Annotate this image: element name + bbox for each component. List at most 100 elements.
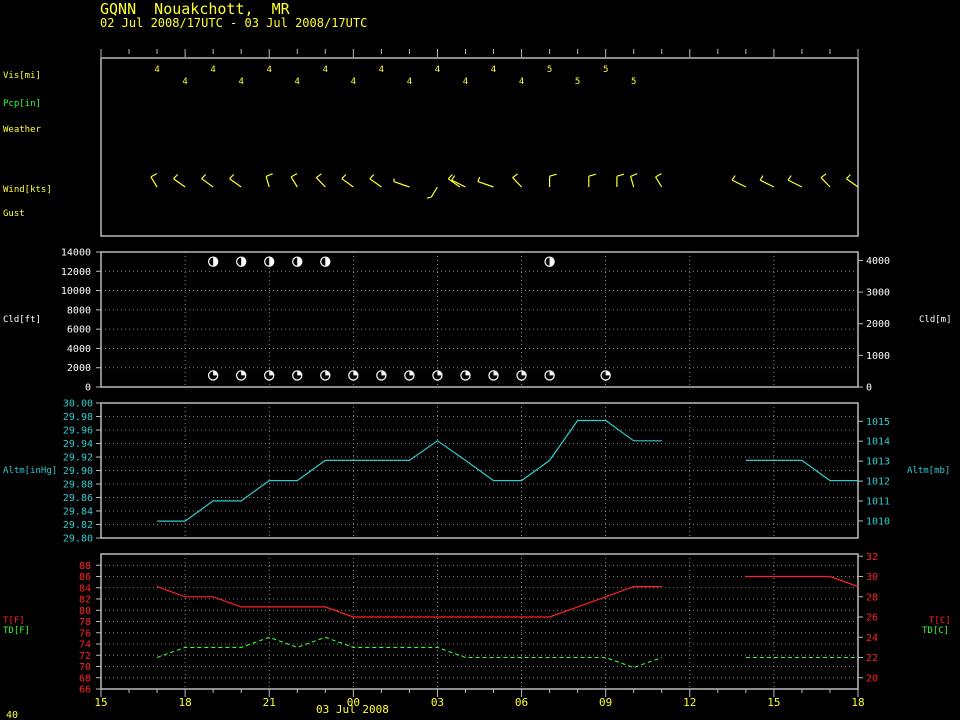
wind-barb: [588, 173, 596, 187]
cloud-ytick-ft: 10000: [61, 286, 91, 297]
panel-frame-clouds: [100, 251, 859, 388]
cloud-ytick-m: 3000: [866, 288, 890, 299]
visibility-value: 4: [182, 77, 187, 87]
label-altimeter-mb: Altm[mb]: [907, 466, 950, 476]
x-tick-label: 06: [515, 696, 528, 709]
wind-barb: [731, 175, 747, 188]
cloud-symbol-fill: [493, 370, 499, 376]
altimeter-ytick-inhg: 29.84: [63, 507, 93, 518]
cloud-ytick-ft: 14000: [61, 248, 91, 259]
cloud-ytick-m: 0: [866, 383, 872, 394]
wind-barb: [477, 176, 494, 188]
wind-barb: [341, 174, 354, 188]
x-tick-label: 00: [347, 696, 360, 709]
cloud-symbol-fill: [325, 370, 330, 376]
panel-frame-temperature: [100, 553, 859, 690]
temp-ytick-c: 28: [866, 592, 878, 603]
altimeter-ytick-mb: 1012: [866, 477, 890, 488]
altimeter-ytick-inhg: 29.92: [63, 453, 93, 464]
x-tick-label: 18: [178, 696, 191, 709]
altimeter-ytick-mb: 1014: [866, 437, 890, 448]
dewpoint-line: [156, 636, 662, 669]
cloud-ytick-ft: 4000: [67, 344, 91, 355]
wind-barb: [265, 173, 273, 188]
x-tick-label: 18: [851, 696, 864, 709]
temp-ytick-f: 76: [79, 628, 91, 639]
visibility-value: 4: [435, 65, 440, 75]
altimeter-ytick-mb: 1013: [866, 457, 890, 468]
visibility-value: 4: [379, 65, 384, 75]
label-temp-c: T[C]: [929, 616, 951, 626]
cloud-ytick-ft: 2000: [67, 363, 91, 374]
temp-ytick-f: 82: [79, 595, 91, 606]
visibility-value: 5: [631, 77, 636, 87]
altimeter-ytick-inhg: 29.94: [63, 439, 93, 450]
visibility-value: 4: [323, 65, 328, 75]
x-tick-label: 09: [599, 696, 612, 709]
x-tick-label: 12: [683, 696, 696, 709]
visibility-value: 4: [491, 65, 496, 75]
temp-ytick-f: 78: [79, 617, 91, 628]
visibility-value: 4: [238, 77, 243, 87]
altimeter-ytick-mb: 1010: [866, 516, 890, 527]
wind-barb: [229, 174, 242, 188]
cloud-symbol-fill: [549, 370, 555, 376]
label-cloud-m: Cld[m]: [919, 315, 952, 325]
meteogram: GQNN Nouakchott, MR 02 Jul 2008/17UTC - …: [0, 0, 960, 720]
visibility-value: 4: [351, 77, 356, 87]
cloud-ytick-m: 4000: [866, 256, 890, 267]
meteogram-canvas: Vis[mi] Pcp[in] Weather Wind[kts] Gust C…: [3, 49, 952, 720]
wind-barb: [290, 173, 298, 188]
visibility-value: 4: [407, 77, 412, 87]
visibility-value: 4: [519, 77, 524, 87]
wind-barb: [173, 174, 186, 188]
wind-barb: [820, 173, 831, 188]
altimeter-ytick-inhg: 29.96: [63, 426, 93, 437]
temp-ytick-c: 30: [866, 572, 878, 583]
visibility-value: 5: [547, 65, 552, 75]
visibility-value: 4: [154, 65, 159, 75]
altimeter-ytick-inhg: 29.82: [63, 520, 93, 531]
wind-barb: [616, 173, 625, 187]
temp-ytick-f: 74: [79, 640, 91, 651]
cloud-ytick-ft: 8000: [67, 305, 91, 316]
temp-ytick-f: 84: [79, 583, 91, 594]
altimeter-ytick-inhg: 29.90: [63, 466, 93, 477]
visibility-value: 4: [463, 77, 468, 87]
label-wind: Wind[kts]: [3, 185, 52, 195]
visibility-value: 5: [603, 65, 608, 75]
temperature-line: [745, 575, 859, 588]
altimeter-ytick-inhg: 29.80: [63, 534, 93, 545]
temp-ytick-c: 26: [866, 613, 878, 624]
wind-barb: [655, 173, 663, 188]
altimeter-ytick-inhg: 29.86: [63, 493, 93, 504]
cloud-symbol-fill: [465, 370, 471, 376]
visibility-value: 4: [210, 65, 215, 75]
temp-ytick-c: 32: [866, 552, 878, 563]
temp-ytick-f: 68: [79, 673, 91, 684]
wind-barb: [315, 173, 326, 188]
cloud-ytick-ft: 6000: [67, 325, 91, 336]
temp-ytick-f: 86: [79, 572, 91, 583]
cloud-symbol-fill: [409, 370, 415, 376]
visibility-value: 4: [267, 65, 272, 75]
temp-ytick-f: 88: [79, 561, 91, 572]
x-tick-label: 03: [431, 696, 444, 709]
altimeter-ytick-inhg: 29.98: [63, 412, 93, 423]
x-tick-label: 15: [94, 696, 107, 709]
cloud-symbol-fill: [381, 370, 386, 376]
cloud-symbol-fill: [605, 370, 611, 376]
label-precipitation: Pcp[in]: [3, 99, 41, 109]
wind-barb: [845, 174, 859, 188]
temp-ytick-f: 72: [79, 651, 91, 662]
temperature-line: [156, 585, 662, 618]
cloud-ytick-m: 1000: [866, 351, 890, 362]
temp-ytick-f: 80: [79, 606, 91, 617]
label-dew-c: TD[C]: [922, 626, 949, 636]
chart-marks: 15 18 21 00 03 06 09 12 15 18 4 4 4 4 4 4 4 4 4 4 4 4 4 4 5 5 5 5 0 2…: [61, 49, 890, 709]
cloud-symbol-fill: [353, 370, 358, 376]
label-dew-f: TD[F]: [3, 626, 30, 636]
cloud-symbol-fill: [437, 370, 443, 376]
temp-ytick-c: 22: [866, 653, 878, 664]
wind-barb: [426, 186, 438, 199]
